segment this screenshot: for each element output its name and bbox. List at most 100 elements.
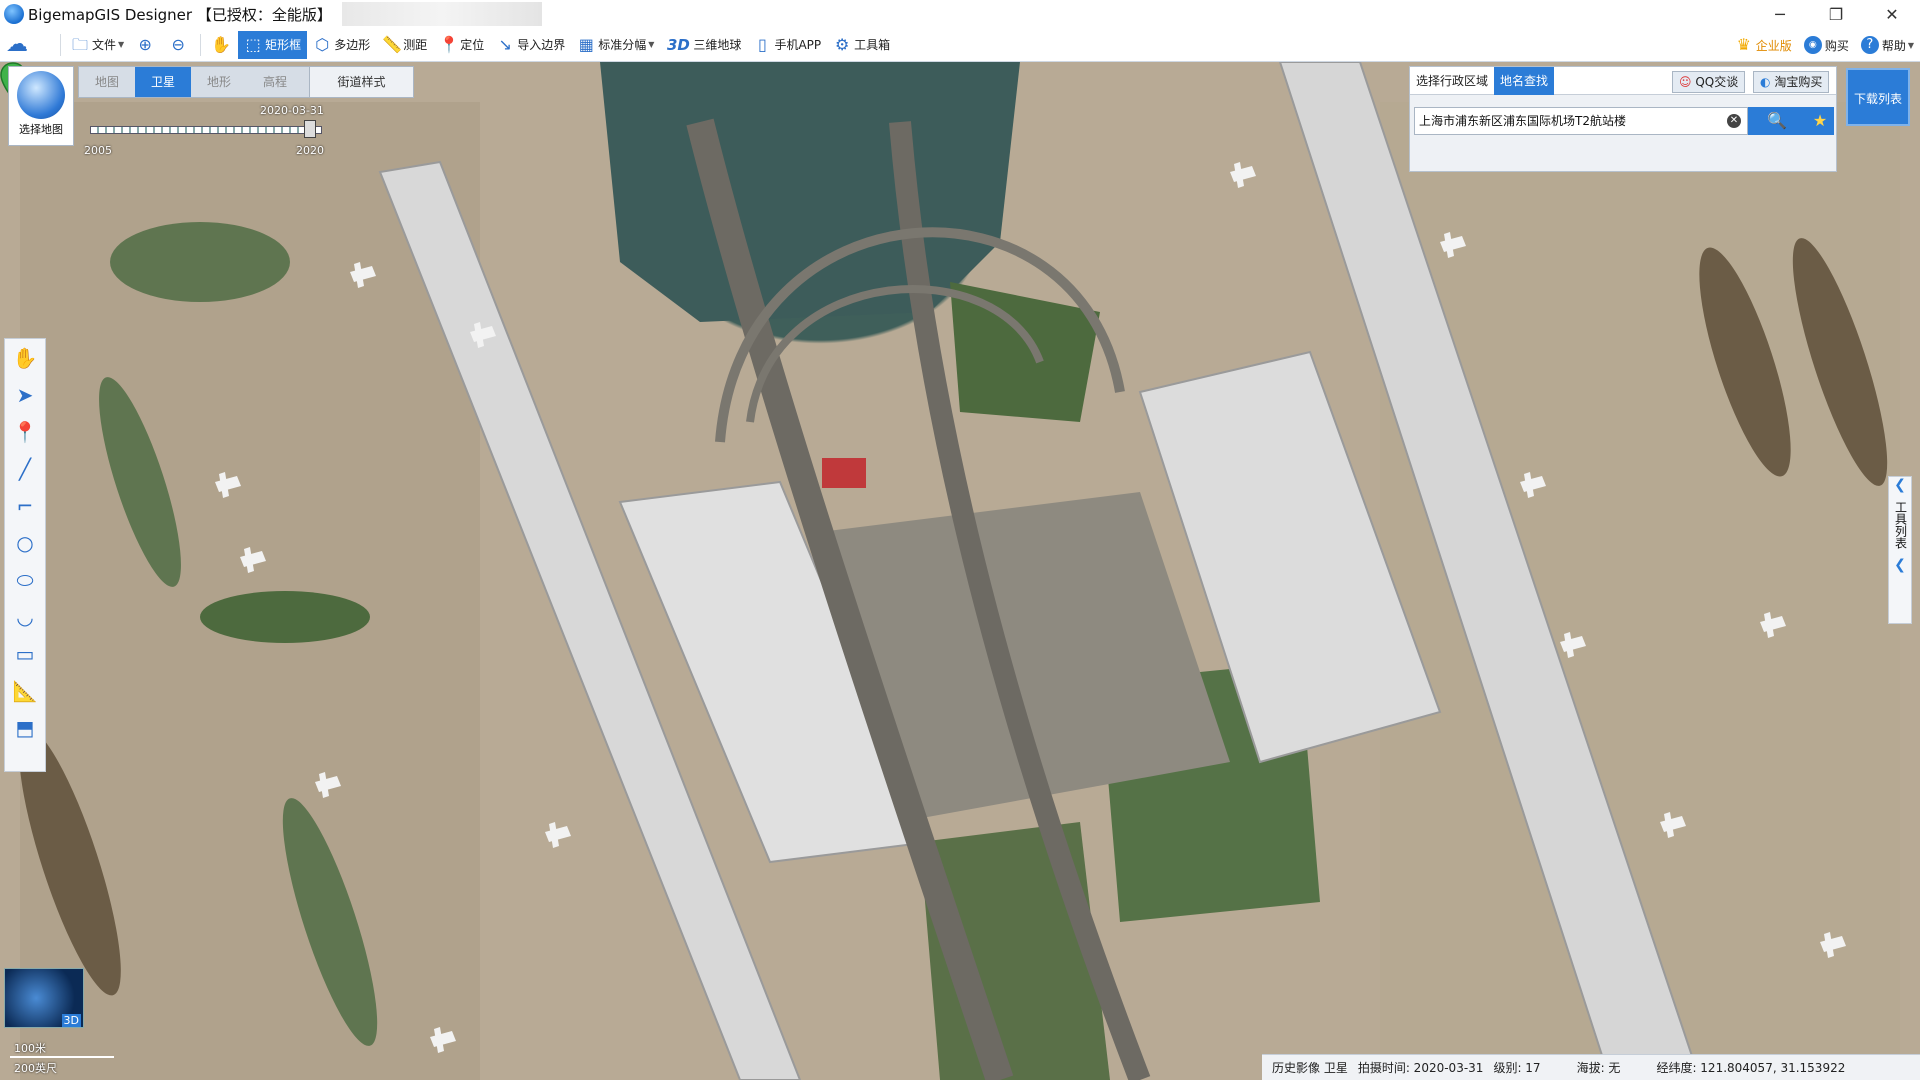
import-boundary-icon: ↘ bbox=[498, 34, 512, 54]
tab-satellite[interactable]: 卫星 bbox=[135, 67, 191, 97]
taobao-icon: ◐ bbox=[1760, 75, 1771, 89]
timeline-track[interactable] bbox=[90, 126, 322, 134]
palette-line-button[interactable]: ╱ bbox=[5, 450, 45, 487]
search-input[interactable]: 上海市浦东新区浦东国际机场T2航站楼 ✕ bbox=[1414, 107, 1748, 135]
locate-button[interactable]: 📍 定位 bbox=[433, 31, 490, 59]
measure-distance-label: 测距 bbox=[403, 38, 428, 52]
palette-ellipse-button[interactable]: ⬭ bbox=[5, 561, 45, 598]
enterprise-label: 企业版 bbox=[1755, 38, 1792, 53]
3d-icon: 3D bbox=[666, 35, 690, 54]
3d-globe-button[interactable]: 3D 三维地球 bbox=[660, 31, 747, 59]
status-coordinates: 经纬度: 121.804057, 31.153922 bbox=[1656, 1061, 1846, 1075]
clear-search-button[interactable]: ✕ bbox=[1727, 114, 1741, 128]
timeline-slider-handle[interactable] bbox=[304, 120, 316, 138]
standard-sheet-button[interactable]: ▦ 标准分幅 ▼ bbox=[571, 31, 660, 59]
pan-button[interactable]: ✋ bbox=[205, 31, 238, 59]
line-icon: ╱ bbox=[18, 456, 32, 481]
mobile-app-button[interactable]: ▯ 手机APP bbox=[747, 31, 827, 59]
scale-metric: 100米 bbox=[14, 1042, 46, 1055]
toolbox-button[interactable]: ⚙ 工具箱 bbox=[827, 31, 896, 59]
measure-distance-button[interactable]: 📏 测距 bbox=[376, 31, 433, 59]
water-area bbox=[600, 62, 1020, 322]
qq-chat-label: QQ交谈 bbox=[1695, 75, 1739, 89]
palette-circle-button[interactable]: ○ bbox=[5, 524, 45, 561]
polygon-icon: ⬡ bbox=[315, 34, 330, 54]
toolbox-label: 工具箱 bbox=[854, 38, 891, 52]
zoom-out-icon: ⊖ bbox=[171, 34, 185, 54]
palette-pan-button[interactable]: ✋ bbox=[5, 339, 45, 376]
taobao-buy-label: 淘宝购买 bbox=[1774, 75, 1823, 89]
restore-button[interactable]: ❐ bbox=[1808, 0, 1864, 28]
timeline-current-date: 2020-03-31 bbox=[260, 104, 324, 117]
help-label: 帮助 bbox=[1881, 38, 1906, 53]
polyline-icon: ⌐ bbox=[16, 493, 34, 518]
tool-list-panel[interactable]: ❮ 工具列表 ❮ bbox=[1888, 476, 1912, 624]
map-imagery bbox=[19, 62, 1900, 1080]
polygon-button[interactable]: ⬡ 多边形 bbox=[307, 31, 376, 59]
import-boundary-label: 导入边界 bbox=[517, 38, 566, 52]
buy-icon: ◉ bbox=[1803, 36, 1822, 54]
zoom-in-button[interactable]: ⊕ bbox=[130, 31, 163, 59]
taobao-buy-button[interactable]: ◐ 淘宝购买 bbox=[1753, 71, 1830, 93]
palette-polyline-button[interactable]: ⌐ bbox=[5, 487, 45, 524]
map-type-tabs: 地图 卫星 地形 高程 街道样式 bbox=[78, 66, 414, 98]
drawing-tool-palette: ✋ ➤ 📍 ╱ ⌐ ○ ⬭ ◡ ▭ 📐 ⬒ bbox=[4, 338, 46, 772]
mobile-app-label: 手机APP bbox=[774, 38, 822, 52]
buy-label: 购买 bbox=[1824, 38, 1849, 53]
gear-icon: ⚙ bbox=[834, 34, 850, 54]
minimap-3d-badge: 3D bbox=[61, 1014, 81, 1027]
rectangle-select-label: 矩形框 bbox=[265, 38, 302, 52]
file-menu-button[interactable]: 🗀 文件 ▼ bbox=[65, 31, 130, 59]
tab-admin-region[interactable]: 选择行政区域 bbox=[1410, 67, 1494, 95]
title-bar: BigemapGIS Designer 【已授权：全能版】 ─ ❐ ✕ bbox=[0, 0, 1920, 28]
tab-elevation[interactable]: 高程 bbox=[247, 67, 303, 97]
palette-select-button[interactable]: ➤ bbox=[5, 376, 45, 413]
app-menu-button[interactable]: ☁ bbox=[0, 31, 56, 59]
tab-place-search[interactable]: 地名查找 bbox=[1494, 66, 1555, 95]
area-icon: ⬒ bbox=[15, 715, 35, 740]
minimize-button[interactable]: ─ bbox=[1752, 0, 1808, 28]
palette-curve-button[interactable]: ◡ bbox=[5, 598, 45, 635]
enterprise-button[interactable]: ♛ 企业版 bbox=[1729, 31, 1798, 59]
status-bar: 历史影像 卫星 拍摄时间: 2020-03-31 级别: 17 海拔: 无 经纬… bbox=[1262, 1054, 1920, 1080]
grid-icon: ▦ bbox=[578, 34, 594, 54]
search-query-text: 上海市浦东新区浦东国际机场T2航站楼 bbox=[1419, 114, 1626, 128]
ruler-icon: 📏 bbox=[382, 34, 403, 54]
timeline-start-year: 2005 bbox=[84, 144, 112, 157]
tab-terrain[interactable]: 地形 bbox=[191, 67, 247, 97]
chevron-left-icon: ❮ bbox=[1894, 557, 1906, 573]
status-level: 级别: 17 bbox=[1493, 1061, 1541, 1075]
map-scale: 100米 200英尺 bbox=[10, 1040, 116, 1076]
qq-chat-button[interactable]: ☺ QQ交谈 bbox=[1672, 71, 1746, 93]
location-pin-icon: 📍 bbox=[12, 419, 38, 444]
tab-map[interactable]: 地图 bbox=[79, 67, 135, 97]
import-boundary-button[interactable]: ↘ 导入边界 bbox=[490, 31, 571, 59]
rectangle-select-button[interactable]: ⬚ 矩形框 bbox=[238, 30, 308, 59]
folder-icon: 🗀 bbox=[71, 34, 88, 54]
ruler-icon: 📐 bbox=[12, 678, 38, 703]
scale-imperial: 200英尺 bbox=[14, 1062, 57, 1075]
location-pin-icon: 📍 bbox=[439, 34, 460, 54]
favorite-button[interactable]: ★ bbox=[1806, 107, 1834, 135]
ellipse-icon: ⬭ bbox=[16, 567, 34, 592]
satellite-map[interactable] bbox=[0, 62, 1920, 1080]
buy-button[interactable]: ◉ 购买 bbox=[1798, 31, 1855, 59]
help-icon: ? bbox=[1860, 36, 1879, 54]
toolbar-right: ♛ 企业版 ◉ 购买 ? 帮助 ▼ bbox=[1729, 28, 1920, 62]
close-button[interactable]: ✕ bbox=[1864, 0, 1920, 28]
palette-rectangle-button[interactable]: ▭ bbox=[5, 635, 45, 672]
select-map-button[interactable]: 选择地图 bbox=[8, 66, 74, 146]
globe-minimap[interactable]: 3D bbox=[4, 968, 84, 1028]
zoom-out-button[interactable]: ⊖ bbox=[163, 31, 196, 59]
toolbar-divider bbox=[200, 33, 202, 56]
palette-marker-button[interactable]: 📍 bbox=[5, 413, 45, 450]
chevron-down-icon: ▼ bbox=[1907, 40, 1914, 50]
download-list-button[interactable]: 下载列表 bbox=[1846, 68, 1910, 126]
search-button[interactable]: 🔍 bbox=[1748, 107, 1806, 135]
main-toolbar: ☁ 🗀 文件 ▼ ⊕ ⊖ ✋ ⬚ 矩形框 ⬡ 多边形 📏 测距 📍 定位 ↘ 导入… bbox=[0, 28, 1920, 62]
help-button[interactable]: ? 帮助 ▼ bbox=[1855, 31, 1920, 59]
curve-icon: ◡ bbox=[16, 604, 34, 629]
street-style-button[interactable]: 街道样式 bbox=[309, 67, 413, 97]
palette-area-button[interactable]: ⬒ bbox=[5, 709, 45, 746]
palette-measure-button[interactable]: 📐 bbox=[5, 672, 45, 709]
